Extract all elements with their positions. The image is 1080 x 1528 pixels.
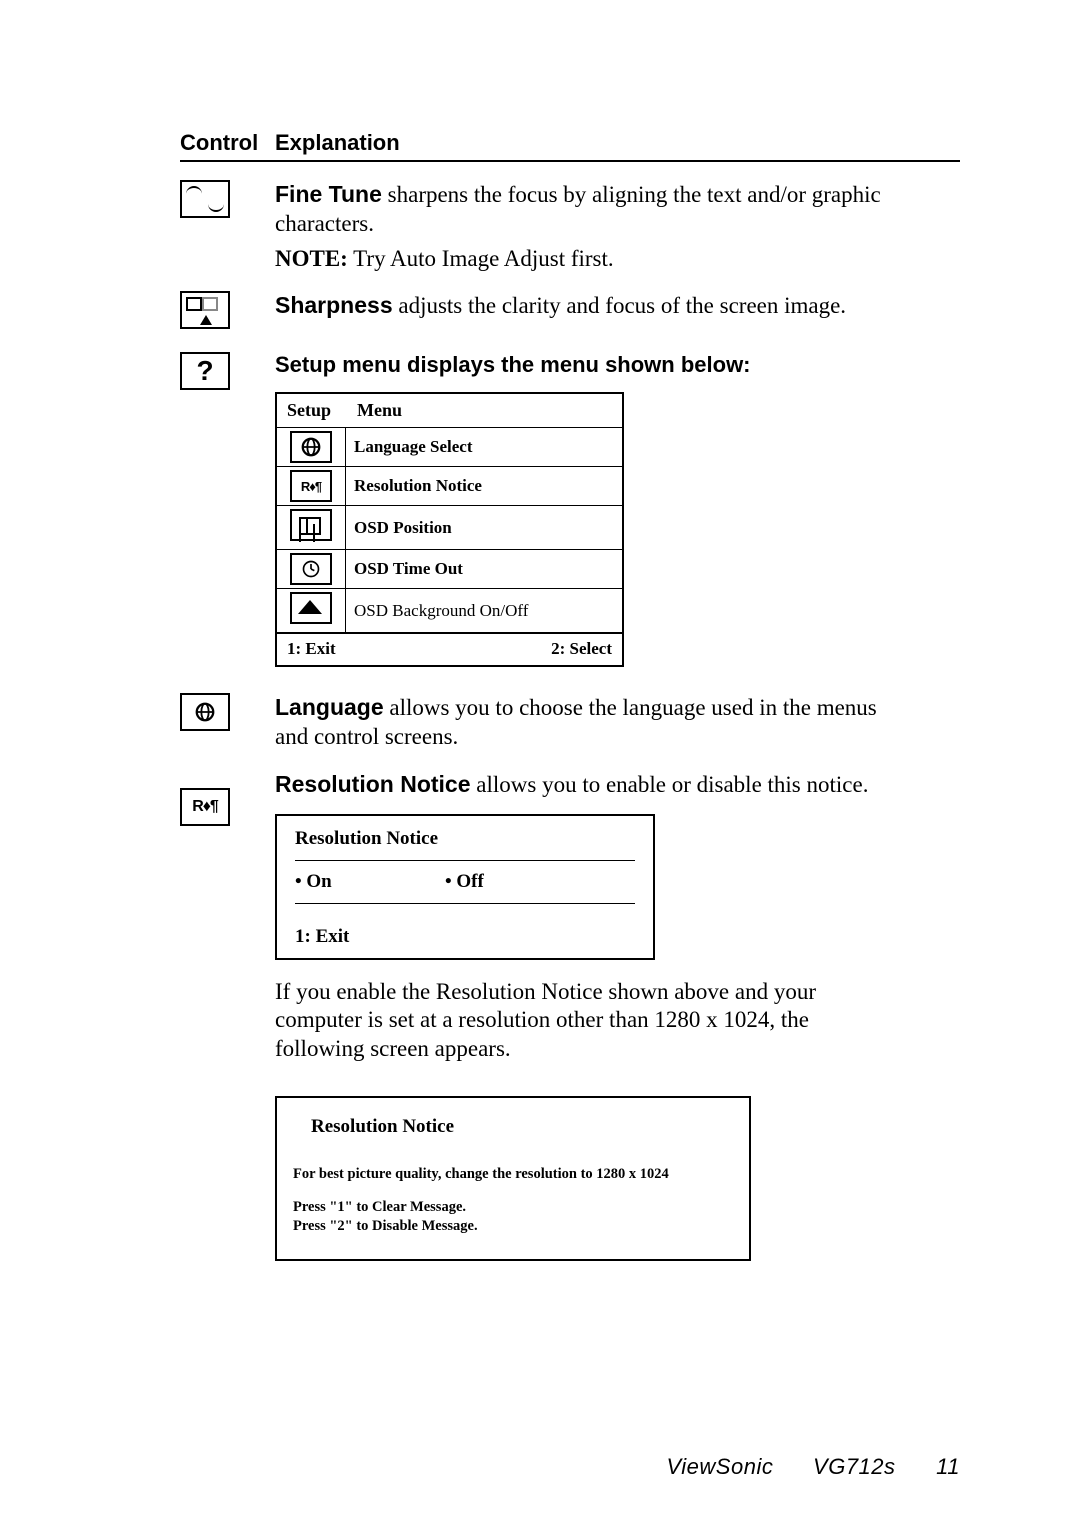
menu-item-language: Language Select: [346, 428, 623, 467]
page-footer: ViewSonic VG712s 11: [667, 1454, 960, 1480]
header-control: Control: [180, 130, 275, 156]
footer-brand: ViewSonic: [667, 1454, 774, 1479]
big-notice-line3: Press "2" to Disable Message.: [293, 1218, 733, 1235]
followup-text: If you enable the Resolution Notice show…: [275, 978, 885, 1064]
sharpness-icon: [180, 291, 230, 329]
fine-tune-icon: [180, 180, 230, 218]
background-icon: [290, 592, 332, 624]
footer-model: VG712s: [813, 1454, 896, 1479]
resbox-option-on: • On: [295, 871, 445, 893]
menu-item-osd-background: OSD Background On/Off: [346, 589, 623, 633]
row-setup-heading: ? Setup menu displays the menu shown bel…: [180, 352, 960, 667]
footer-page: 11: [936, 1454, 960, 1479]
setup-menu-select: 2: Select: [551, 639, 612, 659]
sharpness-text: adjusts the clarity and focus of the scr…: [393, 293, 846, 318]
setup-menu-box: Setup Menu Language Select R♦¶ Resolutio…: [275, 392, 624, 667]
fine-tune-title: Fine Tune: [275, 181, 382, 207]
clock-icon: [290, 553, 332, 585]
resolution-icon: R♦¶: [290, 470, 332, 502]
setup-menu-head-right: Menu: [357, 400, 402, 421]
row-sharpness: Sharpness adjusts the clarity and focus …: [180, 291, 960, 334]
note-label: NOTE:: [275, 246, 348, 271]
row-resolution-notice: R♦¶ Resolution Notice allows you to enab…: [180, 770, 960, 960]
row-fine-tune: Fine Tune sharpens the focus by aligning…: [180, 180, 960, 273]
menu-item-osd-timeout: OSD Time Out: [346, 550, 623, 589]
sharpness-title: Sharpness: [275, 292, 393, 318]
header-explanation: Explanation: [275, 130, 400, 156]
resolution-notice-box: Resolution Notice • On • Off 1: Exit: [275, 814, 655, 960]
resbox-title: Resolution Notice: [295, 828, 635, 850]
big-notice-line1: For best picture quality, change the res…: [293, 1166, 733, 1183]
globe-icon: [290, 431, 332, 463]
setup-menu-head-left: Setup: [287, 400, 357, 421]
question-icon: ?: [180, 352, 230, 390]
setup-heading: Setup menu displays the menu shown below…: [275, 352, 751, 378]
globe-icon-large: [180, 693, 230, 731]
big-notice-box: Resolution Notice For best picture quali…: [275, 1096, 751, 1261]
resbox-exit: 1: Exit: [295, 904, 635, 948]
position-icon: [290, 509, 332, 541]
resolution-notice-title: Resolution Notice: [275, 771, 471, 797]
column-headers: Control Explanation: [180, 130, 960, 162]
resolution-icon-large: R♦¶: [180, 788, 230, 826]
row-big-notice: Resolution Notice For best picture quali…: [180, 1082, 960, 1261]
row-followup: If you enable the Resolution Notice show…: [180, 978, 960, 1064]
resbox-option-off: • Off: [445, 871, 484, 893]
note-text: Try Auto Image Adjust first.: [348, 246, 614, 271]
big-notice-line2: Press "1" to Clear Message.: [293, 1199, 733, 1216]
resolution-notice-text: allows you to enable or disable this not…: [471, 772, 869, 797]
setup-menu-exit: 1: Exit: [287, 639, 336, 659]
row-language: Language allows you to choose the langua…: [180, 693, 960, 752]
menu-item-resolution: Resolution Notice: [346, 467, 623, 506]
menu-item-osd-position: OSD Position: [346, 506, 623, 550]
language-title: Language: [275, 694, 384, 720]
big-notice-title: Resolution Notice: [293, 1116, 733, 1138]
